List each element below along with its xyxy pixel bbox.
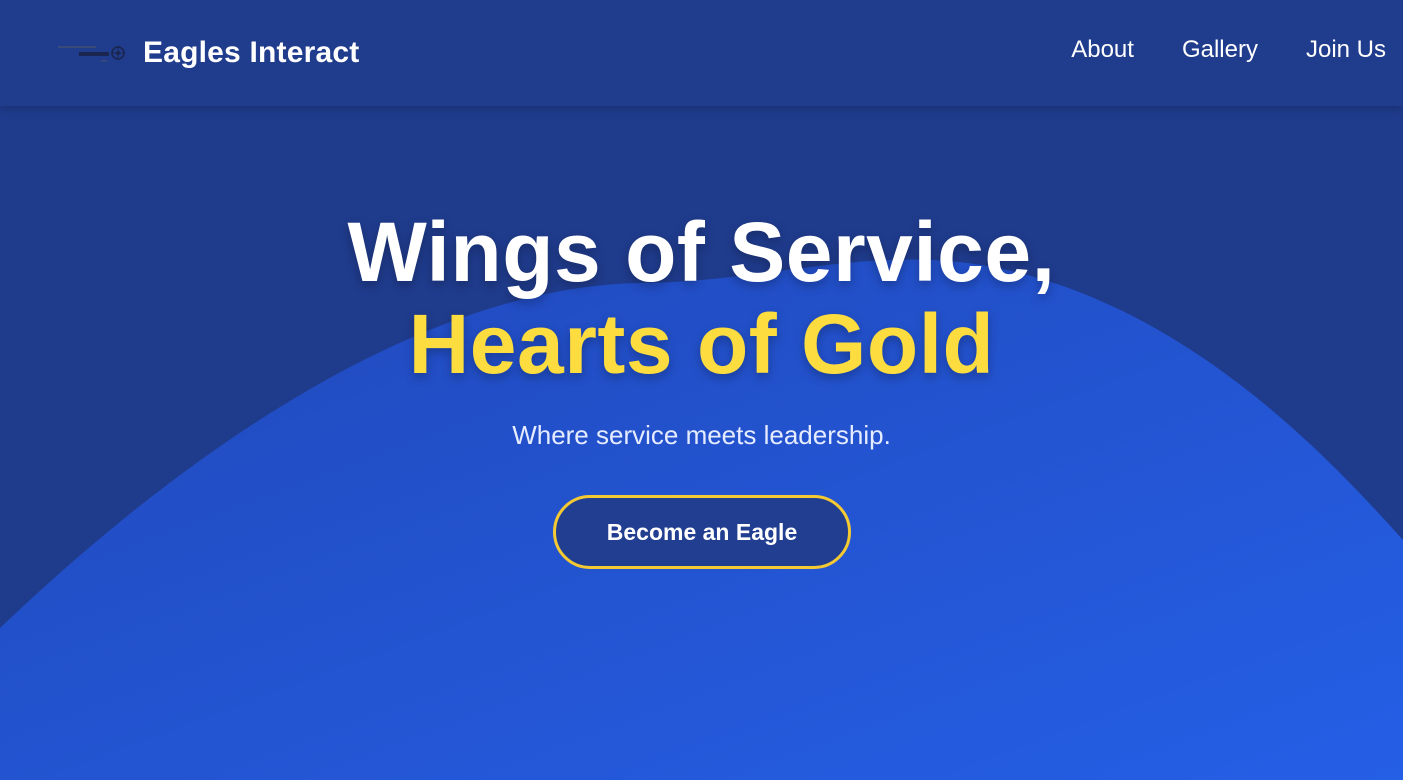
- headline-line-1: Wings of Service,: [347, 205, 1056, 299]
- nav-link-join-us[interactable]: Join Us: [1306, 36, 1386, 64]
- headline-line-2: Hearts of Gold: [408, 297, 995, 391]
- nav-link-gallery[interactable]: Gallery: [1182, 36, 1258, 64]
- brand-name: Eagles Interact: [143, 36, 360, 69]
- become-an-eagle-button[interactable]: Become an Eagle: [553, 495, 851, 569]
- nav-link-about[interactable]: About: [1071, 36, 1134, 64]
- interact-club-logo-icon: [58, 46, 125, 62]
- brand[interactable]: Eagles Interact: [57, 34, 359, 72]
- hero-headline: Wings of Service, Hearts of Gold: [0, 206, 1403, 390]
- page: Eagles Interact About Gallery Join Us Wi…: [0, 0, 1403, 780]
- hero-tagline: Where service meets leadership.: [512, 420, 891, 450]
- top-navbar: Eagles Interact About Gallery Join Us: [0, 0, 1403, 106]
- main-nav: About Gallery Join Us: [1071, 36, 1386, 64]
- hero-section: Wings of Service, Hearts of Gold Where s…: [0, 106, 1403, 780]
